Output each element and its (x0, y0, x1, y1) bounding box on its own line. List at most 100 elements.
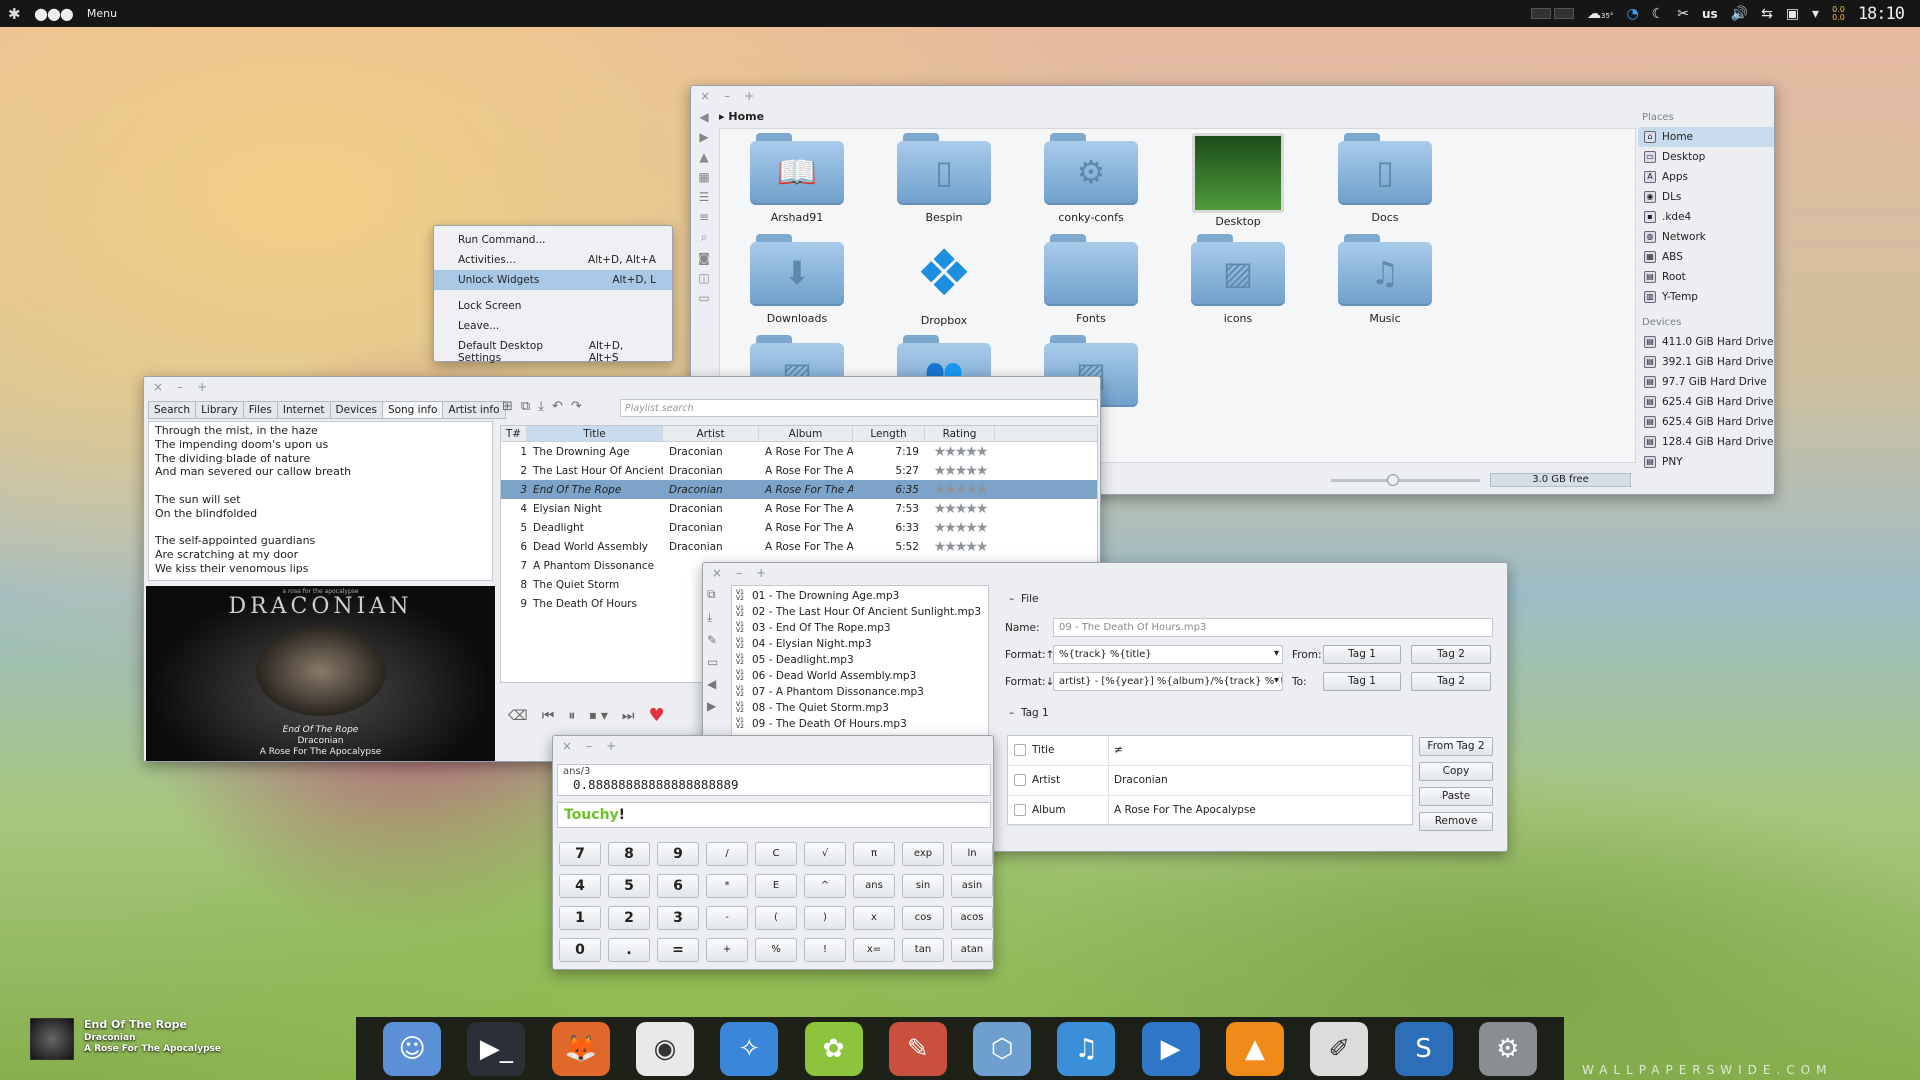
playlist-row[interactable]: 6 Dead World Assembly Draconian A Rose For … (501, 537, 1097, 556)
calc-key[interactable]: ) (804, 906, 846, 930)
clock[interactable]: 18:10 (1858, 4, 1905, 24)
maximize-icon[interactable]: + (606, 739, 616, 753)
calc-key[interactable]: / (706, 842, 748, 866)
format-down-tag2-button[interactable]: Tag 2 (1411, 672, 1491, 691)
calc-key[interactable]: ^ (804, 874, 846, 898)
column-header[interactable]: Length (853, 426, 925, 441)
file-item[interactable]: V1 V2 03 - End Of The Rope.mp3 (732, 620, 988, 636)
calc-key[interactable]: √ (804, 842, 846, 866)
chevron-down-icon[interactable]: ▾ (1273, 675, 1279, 686)
calc-key[interactable]: x= (853, 938, 895, 962)
close-icon[interactable]: × (562, 739, 572, 753)
twitter-icon[interactable]: ✿ (804, 1021, 863, 1076)
up-icon[interactable]: ▲ (699, 150, 708, 164)
love-icon[interactable]: ♥ (649, 705, 665, 726)
icon-view-icon[interactable]: ▦ (698, 170, 709, 184)
filter-icon[interactable]: ▭ (707, 655, 725, 669)
redo-icon[interactable]: ↷ (571, 399, 582, 414)
place-item[interactable]: ▭ Desktop (1638, 147, 1774, 167)
paint-icon[interactable]: ✎ (888, 1021, 947, 1076)
menu-item[interactable]: Leave... (434, 316, 672, 336)
playlist-row[interactable]: 5 Deadlight Draconian A Rose For The Apo...… (501, 518, 1097, 537)
tab-library[interactable]: Library (195, 401, 244, 419)
file-item[interactable]: V1 V2 06 - Dead World Assembly.mp3 (732, 668, 988, 684)
format-down-input[interactable]: artist} - [%{year}] %{album}/%{track} %{… (1053, 672, 1283, 691)
folder-item[interactable]: Desktop (1173, 133, 1303, 228)
calc-key[interactable]: 6 (657, 874, 699, 898)
weather-icon[interactable]: ☁35° (1587, 6, 1613, 22)
calc-key[interactable]: ln (951, 842, 993, 866)
place-item[interactable]: ▦ ABS (1638, 247, 1774, 267)
calc-key[interactable]: ( (755, 906, 797, 930)
calc-key[interactable]: tan (902, 938, 944, 962)
finder-icon[interactable]: ☺ (383, 1021, 442, 1076)
menu-item[interactable]: Lock Screen (434, 296, 672, 316)
place-item[interactable]: ⌂ Home (1638, 127, 1774, 147)
tag-field-checkbox[interactable] (1014, 774, 1026, 786)
device-item[interactable]: ▤ 128.4 GiB Hard Drive (1638, 432, 1774, 452)
tray-expand-icon[interactable]: ▾ (1812, 6, 1819, 22)
name-input[interactable]: 09 - The Death Of Hours.mp3 (1053, 618, 1493, 637)
next-icon[interactable]: ⏭ (622, 708, 635, 724)
calc-key[interactable]: 8 (608, 842, 650, 866)
zoom-slider-handle[interactable] (1387, 473, 1399, 486)
remove-button[interactable]: Remove (1419, 812, 1493, 831)
calc-key[interactable]: + (706, 938, 748, 962)
file-item[interactable]: V1 V2 07 - A Phantom Dissonance.mp3 (732, 684, 988, 700)
clear-playlist-icon[interactable]: ⌫ (508, 708, 528, 724)
folder-item[interactable]: 📖 Arshad91 (732, 133, 862, 224)
tab-devices[interactable]: Devices (329, 401, 383, 419)
rating-stars[interactable]: ★★★★★ (925, 520, 995, 536)
format-up-tag2-button[interactable]: Tag 2 (1411, 645, 1491, 664)
calc-key[interactable]: x (853, 906, 895, 930)
now-playing-widget[interactable]: End Of The Rope Draconian A Rose For The … (30, 1018, 230, 1062)
split-view-icon[interactable]: ◫ (698, 271, 709, 285)
device-item[interactable]: ▤ PNY (1638, 452, 1774, 472)
rating-stars[interactable]: ★★★★★ (925, 482, 995, 498)
device-item[interactable]: ▤ 97.7 GiB Hard Drive (1638, 372, 1774, 392)
calc-key[interactable]: cos (902, 906, 944, 930)
safari-icon[interactable]: ✧ (720, 1021, 779, 1076)
rating-stars[interactable]: ★★★★★ (925, 444, 995, 460)
calculator-display[interactable]: ans/3 0.88888888888888888889 (557, 764, 991, 796)
skype-icon[interactable]: S (1394, 1021, 1453, 1076)
device-item[interactable]: ▤ 392.1 GiB Hard Drive (1638, 352, 1774, 372)
file-section-toggle[interactable]: – File (1009, 593, 1039, 605)
folder-item[interactable]: Fonts (1026, 234, 1156, 325)
kde-logo-icon[interactable]: ✱ (8, 6, 24, 22)
next-file-icon[interactable]: ▶ (707, 699, 725, 713)
chevron-down-icon[interactable]: ▾ (1274, 648, 1279, 659)
paste-button[interactable]: Paste (1419, 787, 1493, 806)
place-item[interactable]: ◉ DLs (1638, 187, 1774, 207)
edit-icon[interactable]: ✎ (707, 633, 725, 647)
calc-key[interactable]: 7 (559, 842, 601, 866)
calc-key[interactable]: ! (804, 938, 846, 962)
column-header[interactable]: Artist (663, 426, 759, 441)
tag-field-checkbox[interactable] (1014, 744, 1026, 756)
firefox-icon[interactable]: 🦊 (551, 1021, 610, 1076)
tab-song-info[interactable]: Song info (381, 401, 444, 419)
breadcrumb-home[interactable]: Home (728, 110, 764, 123)
calc-key[interactable]: % (755, 938, 797, 962)
list-view-icon[interactable]: ≡ (699, 210, 709, 224)
itunes-icon[interactable]: ♫ (1057, 1021, 1116, 1076)
close-icon[interactable]: × (153, 380, 163, 394)
night-mode-icon[interactable]: ☾ (1652, 6, 1665, 22)
pager[interactable] (1531, 8, 1575, 19)
calc-key[interactable]: π (853, 842, 895, 866)
tag-field-value[interactable]: Draconian (1114, 774, 1168, 786)
folder-item[interactable]: ♫ Music (1320, 234, 1450, 325)
tab-search[interactable]: Search (148, 401, 197, 419)
usb-icon[interactable]: ⇆ (1761, 6, 1773, 22)
calc-key[interactable]: . (608, 938, 650, 962)
tab-artist-info[interactable]: Artist info (442, 401, 506, 419)
folder-item[interactable]: ▨ icons (1173, 234, 1303, 325)
tag-field-checkbox[interactable] (1014, 804, 1026, 816)
playlist-search-input[interactable]: Playlist search (620, 399, 1098, 417)
maximize-icon[interactable]: + (744, 89, 754, 103)
device-item[interactable]: ▤ 625.4 GiB Hard Drive (1638, 412, 1774, 432)
save-playlist-icon[interactable]: ⤓ (538, 399, 544, 414)
calc-key[interactable]: asin (951, 874, 993, 898)
back-icon[interactable]: ◀ (699, 110, 708, 124)
calc-key[interactable]: sin (902, 874, 944, 898)
